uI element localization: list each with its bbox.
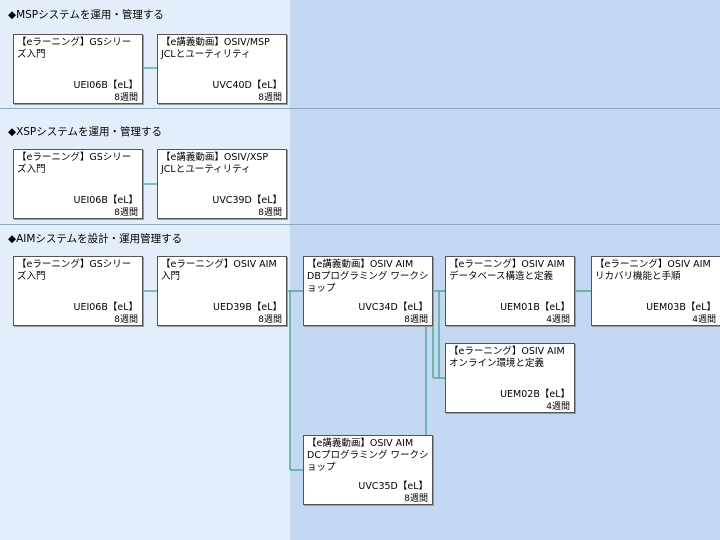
- course-duration: 8週間: [114, 208, 138, 218]
- course-title: 【eラーニング】GSシリーズ入門: [17, 259, 132, 282]
- course-duration: 8週間: [258, 315, 282, 325]
- course-card-uei06b[interactable]: 【eラーニング】GSシリーズ入門 UEI06B【eL】 8週間: [13, 149, 143, 219]
- course-title: 【e講義動画】OSIV/MSP JCLとユーティリティ: [161, 37, 270, 60]
- course-duration: 8週間: [404, 494, 428, 504]
- course-code: UVC40D【eL】: [212, 80, 282, 91]
- course-card-uvc39d[interactable]: 【e講義動画】OSIV/XSP JCLとユーティリティ UVC39D【eL】 8…: [157, 149, 287, 219]
- course-code: UED39B【eL】: [212, 302, 282, 313]
- course-card-uei06b[interactable]: 【eラーニング】GSシリーズ入門 UEI06B【eL】 8週間: [13, 34, 143, 104]
- course-title: 【eラーニング】OSIV AIM入門: [161, 259, 277, 282]
- course-title: 【eラーニング】OSIV AIMリカバリ機能と手順: [595, 259, 711, 282]
- course-card-uei06b[interactable]: 【eラーニング】GSシリーズ入門 UEI06B【eL】 8週間: [13, 256, 143, 326]
- course-card-uem01b[interactable]: 【eラーニング】OSIV AIMデータベース構造と定義 UEM01B【eL】 4…: [445, 256, 575, 326]
- course-duration: 4週間: [692, 315, 716, 325]
- course-duration: 8週間: [114, 93, 138, 103]
- course-duration: 4週間: [546, 402, 570, 412]
- course-code: UVC39D【eL】: [212, 195, 282, 206]
- section-heading-aim: ◆AIMシステムを設計・運用管理する: [8, 233, 183, 245]
- course-card-ued39b[interactable]: 【eラーニング】OSIV AIM入門 UED39B【eL】 8週間: [157, 256, 287, 326]
- course-code: UEM03B【eL】: [646, 302, 716, 313]
- course-card-uvc40d[interactable]: 【e講義動画】OSIV/MSP JCLとユーティリティ UVC40D【eL】 8…: [157, 34, 287, 104]
- course-duration: 8週間: [114, 315, 138, 325]
- course-code: UEM02B【eL】: [500, 389, 570, 400]
- course-title: 【eラーニング】OSIV AIMオンライン環境と定義: [449, 346, 565, 369]
- course-card-uem02b[interactable]: 【eラーニング】OSIV AIMオンライン環境と定義 UEM02B【eL】 4週…: [445, 343, 575, 413]
- course-duration: 8週間: [258, 208, 282, 218]
- course-title: 【eラーニング】GSシリーズ入門: [17, 37, 132, 60]
- section-heading-xsp: ◆XSPシステムを運用・管理する: [8, 126, 162, 138]
- course-code: UVC35D【eL】: [358, 481, 428, 492]
- course-title: 【e講義動画】OSIV AIM DCプログラミング ワークショップ: [307, 438, 429, 473]
- course-code: UEI06B【eL】: [73, 80, 138, 91]
- course-duration: 8週間: [258, 93, 282, 103]
- course-card-uvc34d[interactable]: 【e講義動画】OSIV AIM DBプログラミング ワークショップ UVC34D…: [303, 256, 433, 326]
- course-card-uem03b[interactable]: 【eラーニング】OSIV AIMリカバリ機能と手順 UEM03B【eL】 4週間: [591, 256, 720, 326]
- course-card-uvc35d[interactable]: 【e講義動画】OSIV AIM DCプログラミング ワークショップ UVC35D…: [303, 435, 433, 505]
- course-title: 【e講義動画】OSIV/XSP JCLとユーティリティ: [161, 152, 269, 175]
- course-duration: 8週間: [404, 315, 428, 325]
- course-code: UVC34D【eL】: [358, 302, 428, 313]
- course-title: 【e講義動画】OSIV AIM DBプログラミング ワークショップ: [307, 259, 429, 294]
- course-code: UEI06B【eL】: [73, 195, 138, 206]
- course-code: UEM01B【eL】: [500, 302, 570, 313]
- course-title: 【eラーニング】GSシリーズ入門: [17, 152, 132, 175]
- course-code: UEI06B【eL】: [73, 302, 138, 313]
- course-title: 【eラーニング】OSIV AIMデータベース構造と定義: [449, 259, 565, 282]
- course-duration: 4週間: [546, 315, 570, 325]
- section-heading-msp: ◆MSPシステムを運用・管理する: [8, 9, 164, 21]
